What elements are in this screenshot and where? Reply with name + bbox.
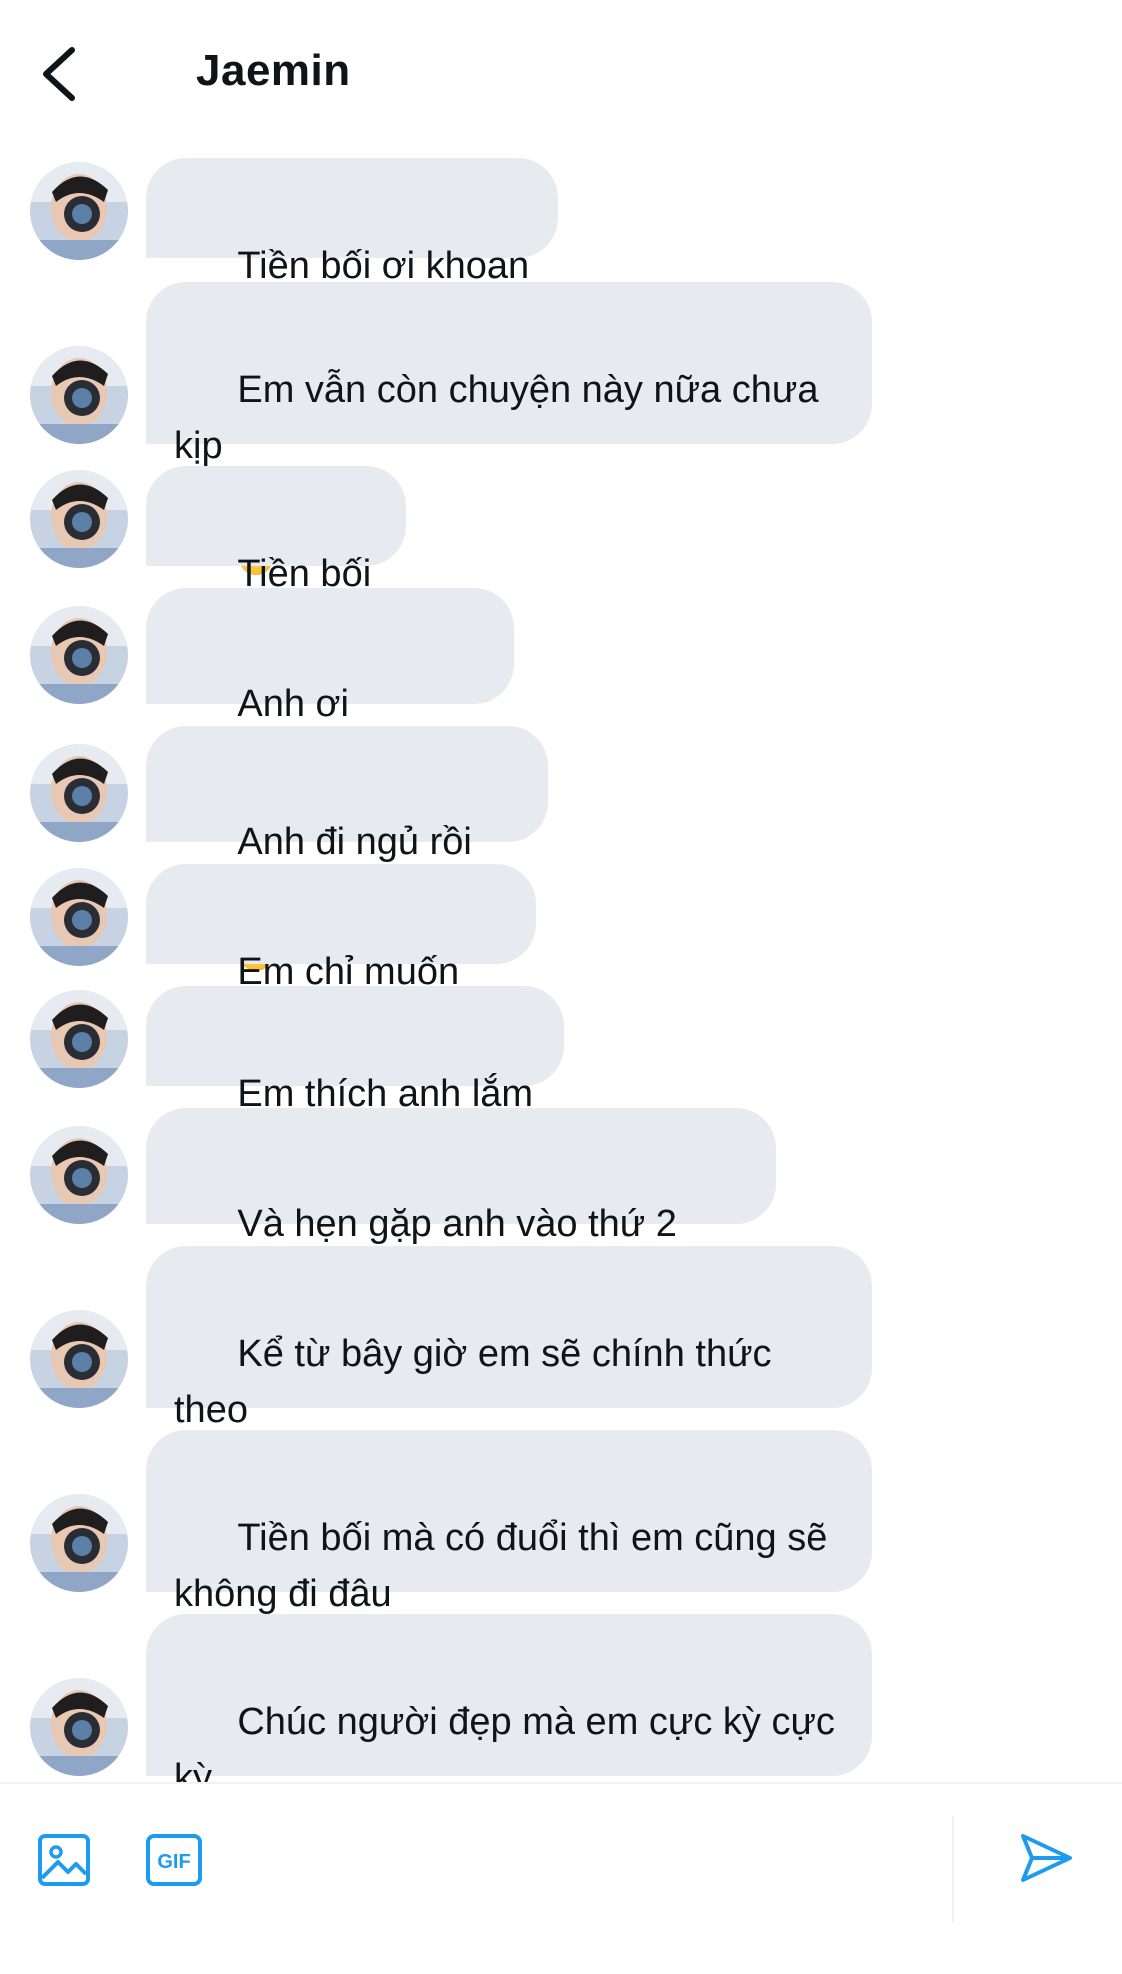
- send-icon[interactable]: [1018, 1830, 1074, 1886]
- avatar[interactable]: [30, 1126, 128, 1224]
- message-bubble[interactable]: Và hẹn gặp anh vào thứ 2 nha: [146, 1108, 776, 1353]
- avatar[interactable]: [30, 346, 128, 444]
- message-bubble[interactable]: Anh đi ngủ rồi ạ?: [146, 726, 548, 971]
- avatar[interactable]: [30, 470, 128, 568]
- message-bubble[interactable]: Tiền bối ơi khoan đã: [146, 158, 558, 343]
- message-list: Tiền bối ơi khoan đã Em vẫn còn chuyện n…: [0, 0, 1122, 1907]
- avatar[interactable]: [30, 868, 128, 966]
- message-bubble[interactable]: Anh ơi: [146, 588, 514, 777]
- avatar[interactable]: [30, 1494, 128, 1592]
- image-icon[interactable]: [36, 1832, 92, 1888]
- gif-icon[interactable]: GIF: [144, 1832, 204, 1888]
- message-bubble[interactable]: Em vẫn còn chuyện này nữa chưa kịp nói v…: [146, 282, 872, 575]
- gif-label: GIF: [157, 1851, 190, 1873]
- avatar[interactable]: [30, 744, 128, 842]
- message-text: Tiền bối mà có đuổi thì em cũng sẽ không…: [174, 1517, 828, 1615]
- message-bubble[interactable]: Em thích anh lắm ><: [146, 986, 564, 1171]
- message-bubble[interactable]: Tiền bối mà có đuổi thì em cũng sẽ không…: [146, 1430, 872, 1667]
- avatar[interactable]: [30, 1678, 128, 1776]
- message-text: Anh ơi: [237, 683, 349, 725]
- composer-divider: [952, 1816, 954, 1922]
- avatar[interactable]: [30, 162, 128, 260]
- avatar[interactable]: [30, 1310, 128, 1408]
- message-composer: GIF: [0, 1782, 1122, 1922]
- message-bubble[interactable]: Chúc người đẹp mà em cực kỳ cực kỳ thích…: [146, 1614, 872, 1907]
- avatar[interactable]: [30, 990, 128, 1088]
- message-bubble[interactable]: Em chỉ muốn nói là: [146, 864, 536, 1049]
- avatar[interactable]: [30, 606, 128, 704]
- message-bubble[interactable]: Kể từ bây giờ em sẽ chính thức theo đuổi…: [146, 1246, 872, 1542]
- message-bubble[interactable]: Tiền bối ơi?: [146, 466, 406, 651]
